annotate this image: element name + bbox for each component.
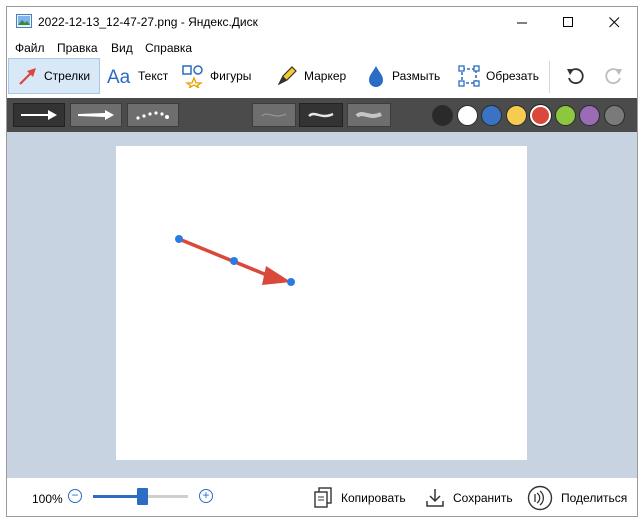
- copy-button[interactable]: Копировать: [313, 485, 406, 511]
- status-bar: 100% − + Копировать Сохранить Поделиться: [7, 478, 637, 516]
- crop-icon: [457, 64, 481, 88]
- share-icon: [527, 485, 553, 511]
- window-title: 2022-12-13_12-47-27.png - Яндекс.Диск: [38, 15, 258, 29]
- canvas-area: [7, 132, 637, 478]
- marker-icon: [275, 64, 299, 88]
- tool-crop-label: Обрезать: [486, 69, 539, 83]
- color-swatch-purple[interactable]: [579, 105, 600, 126]
- arrow-annotation[interactable]: [116, 146, 527, 460]
- menu-file[interactable]: Файл: [15, 41, 45, 55]
- tool-blur[interactable]: Размыть: [363, 58, 445, 94]
- app-window: 2022-12-13_12-47-27.png - Яндекс.Диск Фа…: [6, 6, 638, 517]
- plus-icon: +: [202, 488, 210, 502]
- thick-line-icon: [355, 112, 382, 118]
- text-icon: Aa: [107, 65, 133, 87]
- zoom-level: 100%: [32, 492, 63, 506]
- arrow-start-handle[interactable]: [175, 235, 183, 243]
- zoom-slider-fill: [93, 495, 143, 498]
- minus-icon: −: [71, 488, 79, 502]
- arrow-style-straight[interactable]: [13, 103, 65, 127]
- shapes-icon: [181, 64, 205, 88]
- save-button[interactable]: Сохранить: [425, 485, 513, 511]
- arrow-style-dotted[interactable]: [127, 103, 179, 127]
- dotted-arrow-icon: [136, 111, 169, 120]
- menu-view[interactable]: Вид: [111, 41, 133, 55]
- color-swatch-yellow[interactable]: [505, 105, 527, 126]
- redo-icon: [605, 68, 622, 85]
- svg-text:Aa: Aa: [107, 67, 131, 87]
- arrow-style-bold[interactable]: [70, 103, 122, 127]
- straight-arrow-icon: [21, 110, 57, 120]
- tool-arrows-label: Стрелки: [44, 69, 91, 83]
- tool-shapes[interactable]: Фигуры: [179, 58, 263, 94]
- redo-button[interactable]: [599, 58, 629, 94]
- zoom-slider-thumb[interactable]: [137, 488, 149, 505]
- tool-crop[interactable]: Обрезать: [455, 58, 545, 94]
- title-bar: 2022-12-13_12-47-27.png - Яндекс.Диск: [7, 7, 637, 37]
- color-swatch-green[interactable]: [554, 105, 576, 126]
- color-swatch-gray[interactable]: [603, 105, 625, 126]
- thickness-medium[interactable]: [299, 103, 343, 127]
- arrow-end-handle[interactable]: [287, 278, 295, 286]
- download-icon: [426, 489, 444, 507]
- tool-toolbar: Стрелки Aa Текст Фигуры Маркер Размыть О…: [7, 57, 637, 98]
- minimize-button[interactable]: [499, 7, 545, 37]
- close-icon: [608, 16, 619, 27]
- arrow-mid-handle[interactable]: [230, 257, 238, 265]
- color-swatch-white[interactable]: [456, 105, 478, 126]
- toolbar-divider: [549, 61, 550, 93]
- tool-text[interactable]: Aa Текст: [105, 58, 173, 94]
- close-button[interactable]: [591, 7, 637, 37]
- color-swatch-red[interactable]: [530, 105, 551, 126]
- zoom-in-button[interactable]: +: [199, 489, 213, 503]
- share-button[interactable]: Поделиться: [527, 485, 627, 511]
- bold-arrow-icon: [78, 110, 114, 120]
- thickness-thick[interactable]: [347, 103, 391, 127]
- copy-label: Копировать: [341, 491, 406, 505]
- options-bar: [7, 98, 637, 132]
- maximize-icon: [562, 16, 573, 27]
- menu-bar: Файл Правка Вид Справка: [7, 38, 637, 57]
- image-canvas[interactable]: [116, 146, 527, 460]
- menu-help[interactable]: Справка: [145, 41, 192, 55]
- tool-arrows[interactable]: Стрелки: [8, 58, 100, 94]
- copy-icon: [314, 487, 332, 508]
- minimize-icon: [516, 22, 527, 23]
- tool-shapes-label: Фигуры: [210, 69, 252, 83]
- save-label: Сохранить: [453, 491, 513, 505]
- tool-blur-label: Размыть: [392, 69, 441, 83]
- image-app-icon: [16, 14, 32, 28]
- color-swatch-black[interactable]: [432, 105, 453, 126]
- color-swatch-blue[interactable]: [481, 105, 502, 126]
- tool-marker-label: Маркер: [304, 69, 347, 83]
- zoom-out-button[interactable]: −: [68, 489, 82, 503]
- arrow-icon: [17, 65, 39, 87]
- tool-text-label: Текст: [138, 69, 169, 83]
- undo-icon: [567, 68, 584, 85]
- tool-marker[interactable]: Маркер: [273, 58, 353, 94]
- undo-button[interactable]: [560, 58, 590, 94]
- maximize-button[interactable]: [545, 7, 591, 37]
- menu-edit[interactable]: Правка: [57, 41, 98, 55]
- thickness-thin[interactable]: [252, 103, 296, 127]
- medium-line-icon: [308, 112, 334, 118]
- blur-drop-icon: [365, 64, 387, 88]
- thin-line-icon: [261, 113, 287, 117]
- share-label: Поделиться: [561, 491, 628, 505]
